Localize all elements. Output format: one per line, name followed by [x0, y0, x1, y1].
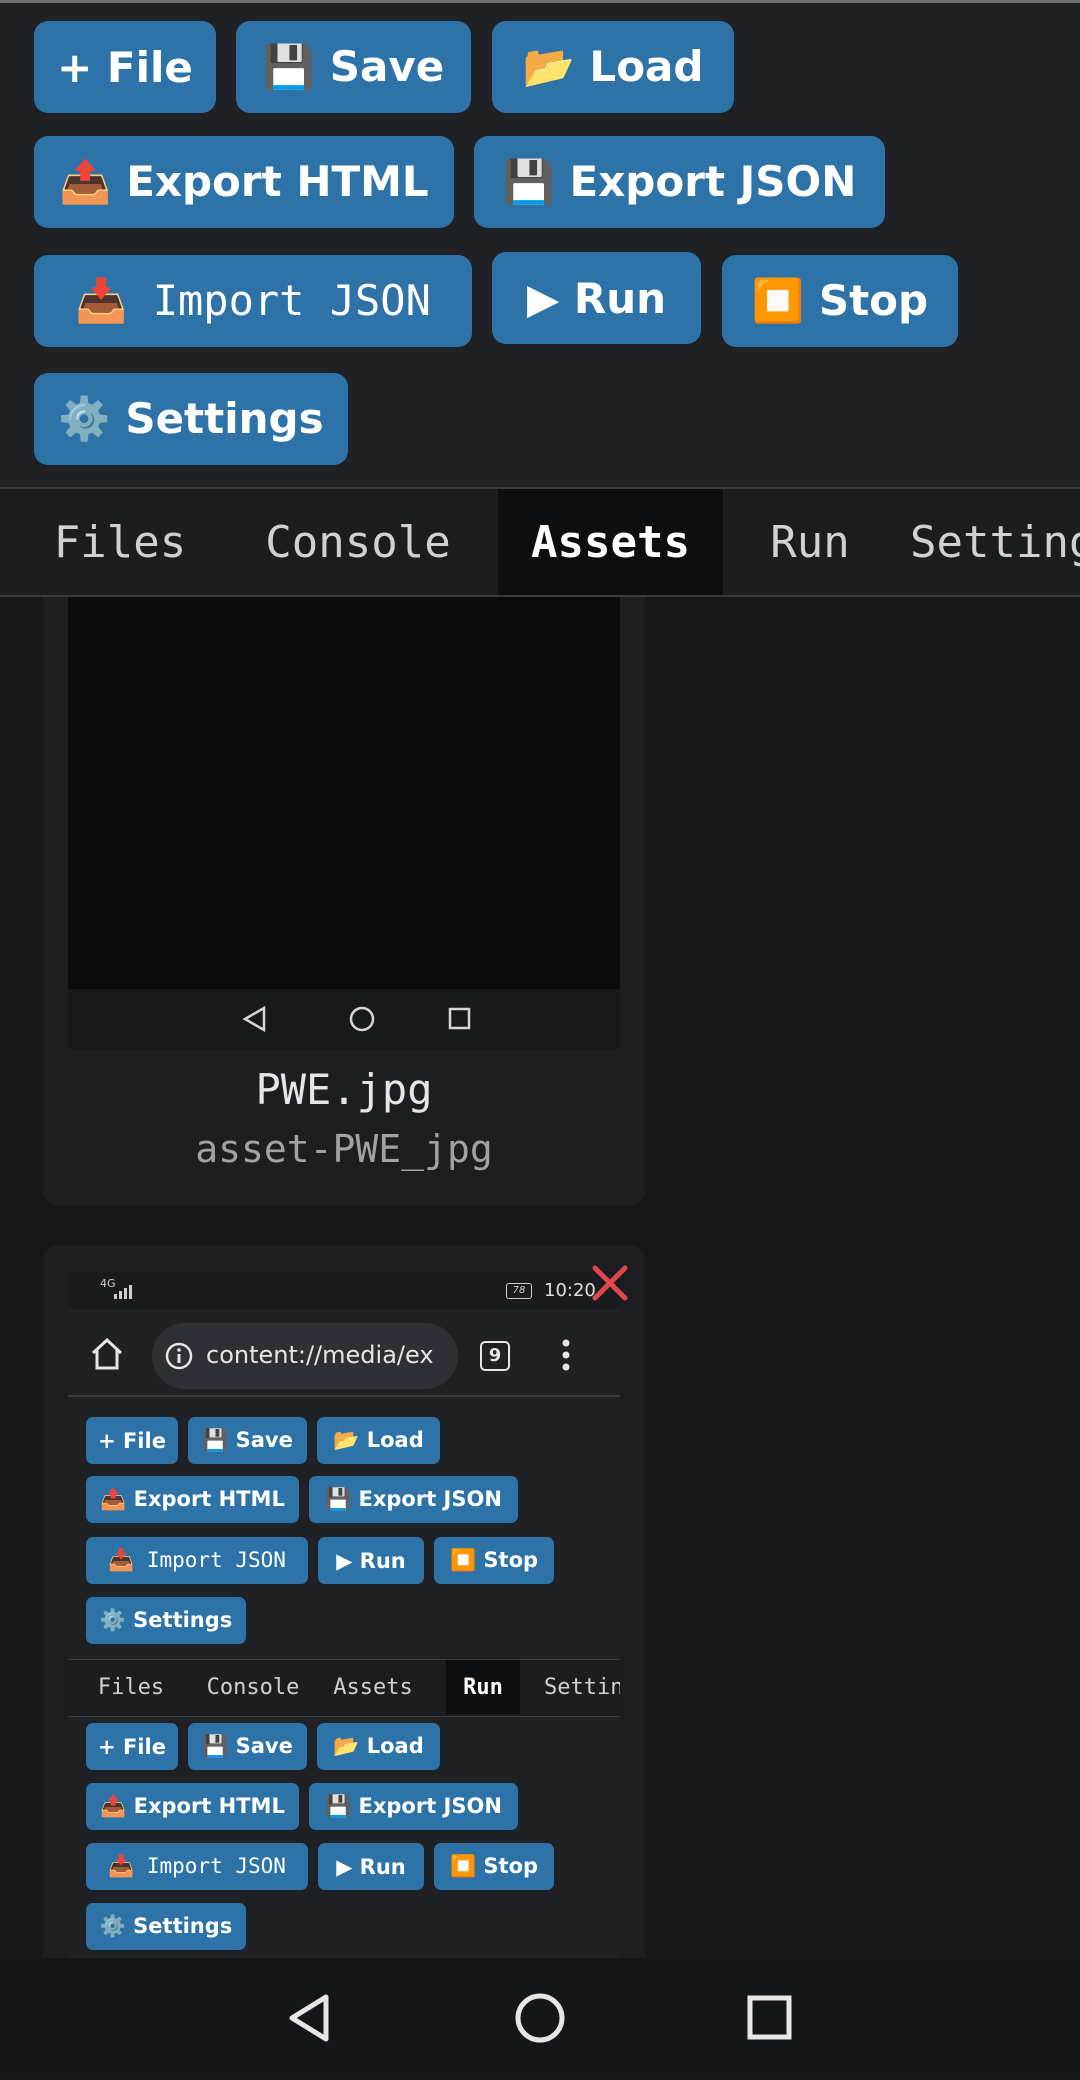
- home-icon: [91, 1337, 123, 1370]
- home-icon: [349, 1006, 375, 1032]
- tab-files[interactable]: Files: [28, 489, 212, 595]
- stop-button[interactable]: ⏹️ Stop: [722, 255, 958, 347]
- recents-icon: [747, 1995, 792, 2040]
- url-text: content://media/ex: [206, 1341, 434, 1369]
- toolbar: + File 💾 Save 📂 Load 📤 Export HTML 💾 Exp…: [0, 3, 1080, 487]
- asset-thumbnail[interactable]: [68, 597, 620, 1049]
- home-icon: [515, 1993, 565, 2043]
- mini-export-json-button: 💾 Export JSON: [309, 1476, 518, 1523]
- url-bar: content://media/ex: [152, 1323, 458, 1389]
- mini-settings-button: ⚙️ Settings: [86, 1903, 246, 1950]
- asset-card: 4G 78 10:20 content://media/ex 9 + File …: [42, 1245, 646, 1958]
- mini-run-button: ▶ Run: [318, 1537, 424, 1584]
- mini-tab-assets: Assets: [333, 1674, 413, 1700]
- settings-button[interactable]: ⚙️ Settings: [34, 373, 348, 465]
- mini-save-button: 💾 Save: [188, 1417, 307, 1464]
- mini-load-button: 📂 Load: [317, 1417, 440, 1464]
- mini-load-button: 📂 Load: [317, 1723, 440, 1770]
- asset-thumbnail[interactable]: 4G 78 10:20 content://media/ex 9 + File …: [68, 1271, 620, 1958]
- mini-settings-button: ⚙️ Settings: [86, 1597, 246, 1644]
- asset-filename: PWE.jpg: [255, 1065, 433, 1114]
- mini-tab-bar: Files Console Assets Run Settings: [68, 1659, 620, 1717]
- tab-settings[interactable]: Settings: [910, 489, 1080, 595]
- import-json-button[interactable]: 📥 Import JSON: [34, 255, 472, 347]
- thumbnail-nav-bar: [68, 989, 620, 1049]
- thumbnail-status-bar: 4G 78 10:20: [68, 1271, 620, 1309]
- mini-run-button: ▶ Run: [318, 1843, 424, 1890]
- remove-asset-icon[interactable]: [590, 1263, 630, 1303]
- battery-icon: 78: [506, 1283, 532, 1299]
- mini-save-button: 💾 Save: [188, 1723, 307, 1770]
- signal-icon: [114, 1285, 132, 1299]
- mini-tab-files: Files: [97, 1674, 165, 1700]
- export-json-button[interactable]: 💾 Export JSON: [474, 136, 885, 228]
- mini-tab-console: Console: [206, 1674, 300, 1700]
- export-html-button[interactable]: 📤 Export HTML: [34, 136, 454, 228]
- mini-stop-button: ⏹️ Stop: [434, 1537, 554, 1584]
- asset-card: PWE.jpg asset-PWE_jpg: [42, 597, 646, 1206]
- mini-stop-button: ⏹️ Stop: [434, 1843, 554, 1890]
- tab-console[interactable]: Console: [252, 489, 464, 595]
- tab-bar: Files Console Assets Run Settings: [0, 487, 1080, 597]
- mini-import-json-button: 📥 Import JSON: [86, 1843, 308, 1890]
- mini-export-html-button: 📤 Export HTML: [86, 1476, 299, 1523]
- info-icon: [165, 1342, 193, 1370]
- back-icon: [289, 1994, 329, 2042]
- mini-export-html-button: 📤 Export HTML: [86, 1783, 299, 1830]
- asset-id: asset-PWE_jpg: [195, 1127, 493, 1171]
- thumbnail-browser-bar: content://media/ex 9: [68, 1309, 620, 1397]
- back-icon: [242, 1005, 266, 1033]
- load-button[interactable]: 📂 Load: [492, 21, 734, 113]
- new-file-button[interactable]: + File: [34, 21, 216, 113]
- system-nav-icons: [289, 1993, 792, 2043]
- run-button[interactable]: ▶ Run: [492, 252, 701, 344]
- tab-assets[interactable]: Assets: [498, 489, 723, 595]
- mini-file-button: + File: [86, 1417, 178, 1464]
- assets-panel[interactable]: PWE.jpg asset-PWE_jpg 4G 78 10:20 conten…: [0, 597, 1080, 1958]
- tab-run[interactable]: Run: [750, 489, 870, 595]
- mini-export-json-button: 💾 Export JSON: [309, 1783, 518, 1830]
- recents-icon: [448, 1007, 471, 1030]
- mini-file-button: + File: [86, 1723, 178, 1770]
- save-button[interactable]: 💾 Save: [236, 21, 471, 113]
- thumbnail-nav-icons: [242, 1005, 471, 1033]
- mini-tab-settings: Settings: [544, 1674, 620, 1700]
- system-nav-bar: [0, 1958, 1080, 2076]
- clock: 10:20: [544, 1280, 596, 1301]
- more-vert-icon: [562, 1339, 570, 1371]
- mini-tab-run: Run: [446, 1660, 520, 1714]
- mini-import-json-button: 📥 Import JSON: [86, 1537, 308, 1584]
- tab-count-icon: 9: [480, 1341, 510, 1371]
